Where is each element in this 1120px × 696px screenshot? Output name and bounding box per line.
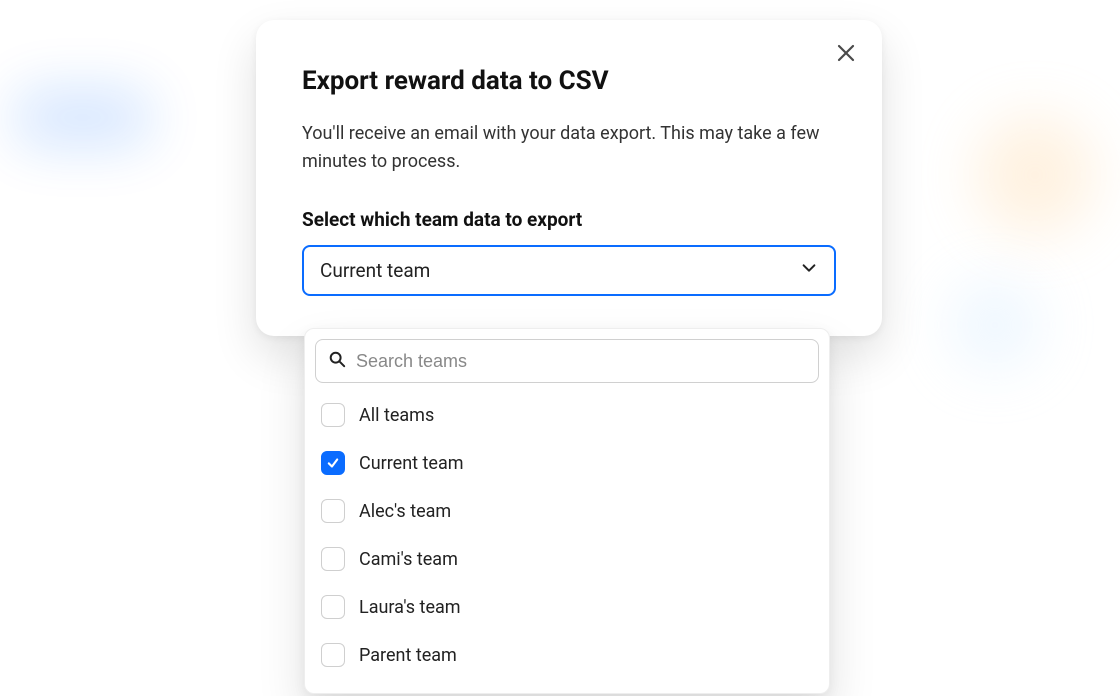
team-option[interactable]: Laura's team [315, 583, 819, 631]
background-blob [15, 90, 150, 145]
chevron-down-icon [800, 259, 818, 282]
search-icon [328, 350, 346, 372]
close-icon [836, 43, 856, 66]
modal-title: Export reward data to CSV [302, 66, 836, 96]
team-option-label: Current team [359, 453, 464, 474]
modal-description: You'll receive an email with your data e… [302, 120, 822, 176]
team-select[interactable]: Current team [302, 245, 836, 296]
search-input[interactable] [356, 351, 806, 372]
checkbox[interactable] [321, 499, 345, 523]
team-option[interactable]: Alec's team [315, 487, 819, 535]
team-option[interactable]: All teams [315, 391, 819, 439]
checkbox[interactable] [321, 643, 345, 667]
checkbox[interactable] [321, 547, 345, 571]
background-blob [950, 280, 1040, 370]
team-option[interactable]: Cami's team [315, 535, 819, 583]
close-button[interactable] [832, 40, 860, 68]
team-option[interactable]: Current team [315, 439, 819, 487]
export-modal: Export reward data to CSV You'll receive… [256, 20, 882, 336]
team-dropdown: All teams Current team Alec's team Cami's t… [304, 328, 830, 694]
search-field-wrap[interactable] [315, 339, 819, 383]
team-option-label: Cami's team [359, 549, 458, 570]
section-label: Select which team data to export [302, 208, 836, 231]
team-option-label: Alec's team [359, 501, 451, 522]
checkbox[interactable] [321, 595, 345, 619]
checkbox[interactable] [321, 403, 345, 427]
checkbox[interactable] [321, 451, 345, 475]
team-option-label: All teams [359, 405, 434, 426]
team-option-label: Laura's team [359, 597, 461, 618]
team-option[interactable]: Parent team [315, 631, 819, 679]
team-option-label: Parent team [359, 645, 457, 666]
background-blob [975, 115, 1095, 235]
select-value: Current team [320, 259, 430, 282]
